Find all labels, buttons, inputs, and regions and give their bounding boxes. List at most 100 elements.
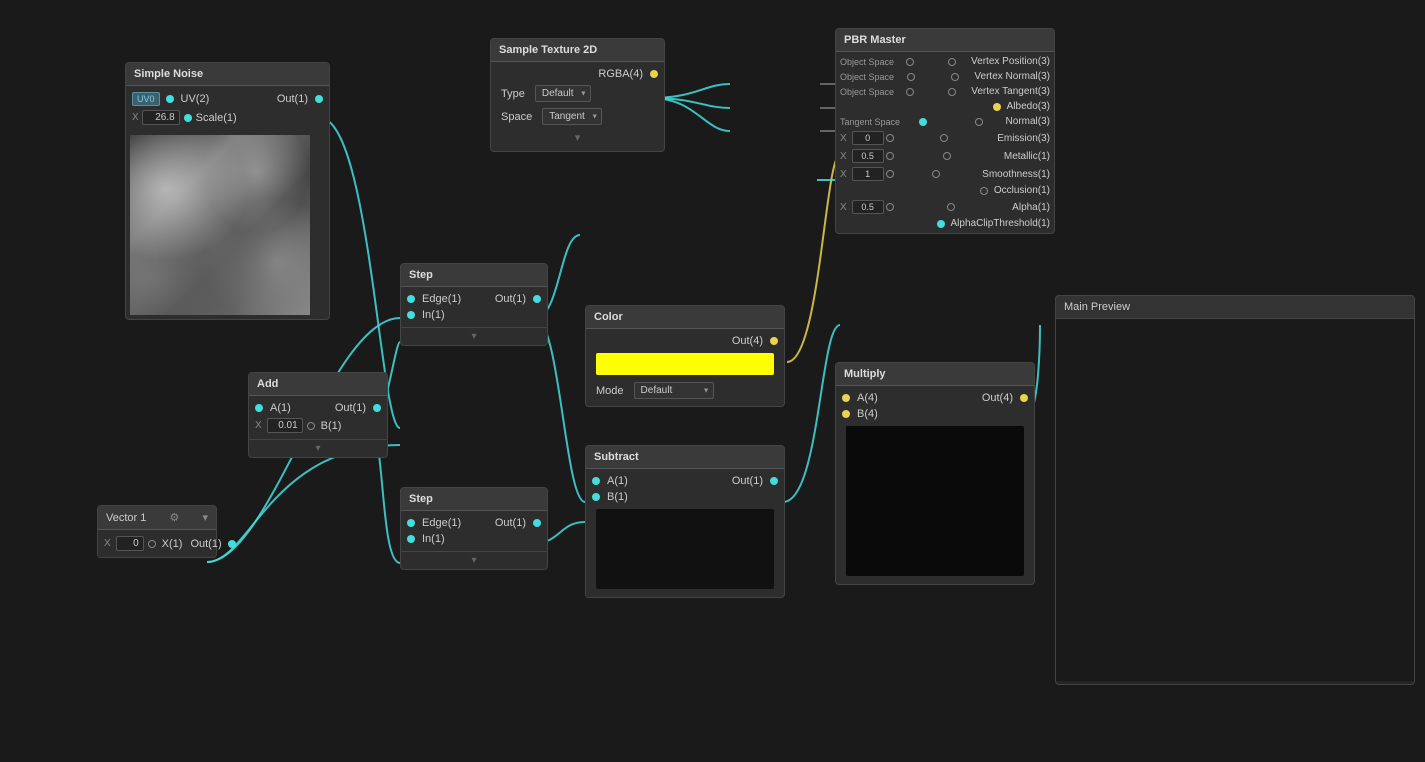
add-b-dot xyxy=(307,422,315,430)
tangent-space: Tangent Space xyxy=(840,117,900,127)
pbr-vn-in xyxy=(907,73,915,81)
add-b-x: X xyxy=(255,420,262,431)
alpha-input[interactable] xyxy=(852,200,884,214)
color-out-dot xyxy=(770,337,778,345)
scale-input[interactable] xyxy=(142,110,180,125)
space-dropdown[interactable]: Tangent xyxy=(542,108,602,125)
sample-texture-node: Sample Texture 2D RGBA(4) Type Default S… xyxy=(490,38,665,152)
mult-out-label: Out(4) xyxy=(982,392,1013,404)
mult-a-dot xyxy=(842,394,850,402)
obj-space-1: Object Space xyxy=(840,57,894,67)
pbr-normal-out xyxy=(975,118,983,126)
vec-out-label: Out(1) xyxy=(190,538,221,550)
subtract-node: Subtract A(1) Out(1) B(1) xyxy=(585,445,785,598)
pbr-smooth-out xyxy=(932,170,940,178)
smoothness-label: Smoothness(1) xyxy=(982,169,1050,180)
add-a-label: A(1) xyxy=(270,402,291,414)
space-label: Space xyxy=(501,111,532,123)
sample-texture-header: Sample Texture 2D xyxy=(491,39,664,62)
mult-out-dot xyxy=(1020,394,1028,402)
rgba-label: RGBA(4) xyxy=(598,68,643,80)
metallic-label: Metallic(1) xyxy=(1004,151,1050,162)
emission-input[interactable] xyxy=(852,131,884,145)
pbr-master-node: PBR Master Object Space Vertex Position(… xyxy=(835,28,1055,234)
sample-texture-expand[interactable]: ▾ xyxy=(575,131,581,144)
obj-space-3: Object Space xyxy=(840,87,894,97)
color-node: Color Out(4) Mode Default xyxy=(585,305,785,407)
pbr-metallic-out xyxy=(943,152,951,160)
multiply-node: Multiply A(4) Out(4) B(4) xyxy=(835,362,1035,585)
pbr-smooth-in xyxy=(886,170,894,178)
step2-edge-label: Edge(1) xyxy=(422,517,461,529)
step1-out-label: Out(1) xyxy=(495,293,526,305)
sub-a-dot xyxy=(592,477,600,485)
simple-noise-node: Simple Noise UV0 UV(2) Out(1) X Scale(1) xyxy=(125,62,330,320)
pbr-vt-in xyxy=(906,88,914,96)
color-swatch[interactable] xyxy=(596,353,774,375)
color-header: Color xyxy=(586,306,784,329)
pbr-alphaclip-dot xyxy=(937,220,945,228)
pbr-vs-in xyxy=(906,58,914,66)
vertex-pos-label: Vertex Position(3) xyxy=(971,56,1050,67)
add-out-label: Out(1) xyxy=(335,402,366,414)
vector1-header: Vector 1 ⚙ ▾ xyxy=(98,506,216,530)
subtract-header: Subtract xyxy=(586,446,784,469)
pbr-vp-out xyxy=(948,58,956,66)
uv-port-dot xyxy=(166,95,174,103)
smoothness-input[interactable] xyxy=(852,167,884,181)
add-footer[interactable]: ▾ xyxy=(249,439,387,457)
caret-icon[interactable]: ▾ xyxy=(202,511,208,524)
sub-a-label: A(1) xyxy=(607,475,628,487)
sub-out-dot xyxy=(770,477,778,485)
add-b-input[interactable] xyxy=(267,418,303,433)
pbr-alpha-out xyxy=(947,203,955,211)
type-dropdown[interactable]: Default xyxy=(535,85,591,102)
vector1-node: Vector 1 ⚙ ▾ X X(1) Out(1) xyxy=(97,505,217,558)
pbr-occ-out xyxy=(980,187,988,195)
pbr-header: PBR Master xyxy=(836,29,1054,52)
step1-node: Step Edge(1) Out(1) In(1) ▾ xyxy=(400,263,548,346)
step2-footer[interactable]: ▾ xyxy=(401,551,547,569)
step1-edge-label: Edge(1) xyxy=(422,293,461,305)
step2-header: Step xyxy=(401,488,547,511)
metallic-input[interactable] xyxy=(852,149,884,163)
vec-x-port-label: X(1) xyxy=(162,538,183,550)
rgba-dot xyxy=(650,70,658,78)
main-preview-header: Main Preview xyxy=(1056,296,1414,319)
gear-icon[interactable]: ⚙ xyxy=(169,511,179,524)
pbr-metallic-in xyxy=(886,152,894,160)
mult-b-dot xyxy=(842,410,850,418)
noise-preview xyxy=(130,135,310,315)
pbr-alpha-in xyxy=(886,203,894,211)
step1-out-dot xyxy=(533,295,541,303)
type-label: Type xyxy=(501,88,525,100)
mult-b-label: B(4) xyxy=(857,408,878,420)
vec-x-input[interactable] xyxy=(116,536,144,551)
sub-out-label: Out(1) xyxy=(732,475,763,487)
vec-out-dot xyxy=(228,540,236,548)
mode-dropdown[interactable]: Default xyxy=(634,382,714,399)
pbr-normal-in xyxy=(919,118,927,126)
step2-out-dot xyxy=(533,519,541,527)
main-preview-panel: Main Preview xyxy=(1055,295,1415,685)
scale-x-label: X xyxy=(132,112,139,123)
alpha-label: Alpha(1) xyxy=(1012,202,1050,213)
step2-in-dot xyxy=(407,535,415,543)
uv-label: UV(2) xyxy=(181,93,210,105)
uv-badge[interactable]: UV0 xyxy=(132,92,160,106)
pbr-vt-out xyxy=(948,88,956,96)
step1-header: Step xyxy=(401,264,547,287)
out1-label: Out(1) xyxy=(277,93,308,105)
step2-node: Step Edge(1) Out(1) In(1) ▾ xyxy=(400,487,548,570)
add-out-dot xyxy=(373,404,381,412)
multiply-header: Multiply xyxy=(836,363,1034,386)
vec-x-dot xyxy=(148,540,156,548)
sub-b-label: B(1) xyxy=(607,491,628,503)
obj-space-2: Object Space xyxy=(840,72,894,82)
color-out-label: Out(4) xyxy=(732,335,763,347)
step1-in-dot xyxy=(407,311,415,319)
emission-label: Emission(3) xyxy=(997,133,1050,144)
albedo-label: Albedo(3) xyxy=(1007,101,1050,112)
step1-footer[interactable]: ▾ xyxy=(401,327,547,345)
step1-edge-dot xyxy=(407,295,415,303)
